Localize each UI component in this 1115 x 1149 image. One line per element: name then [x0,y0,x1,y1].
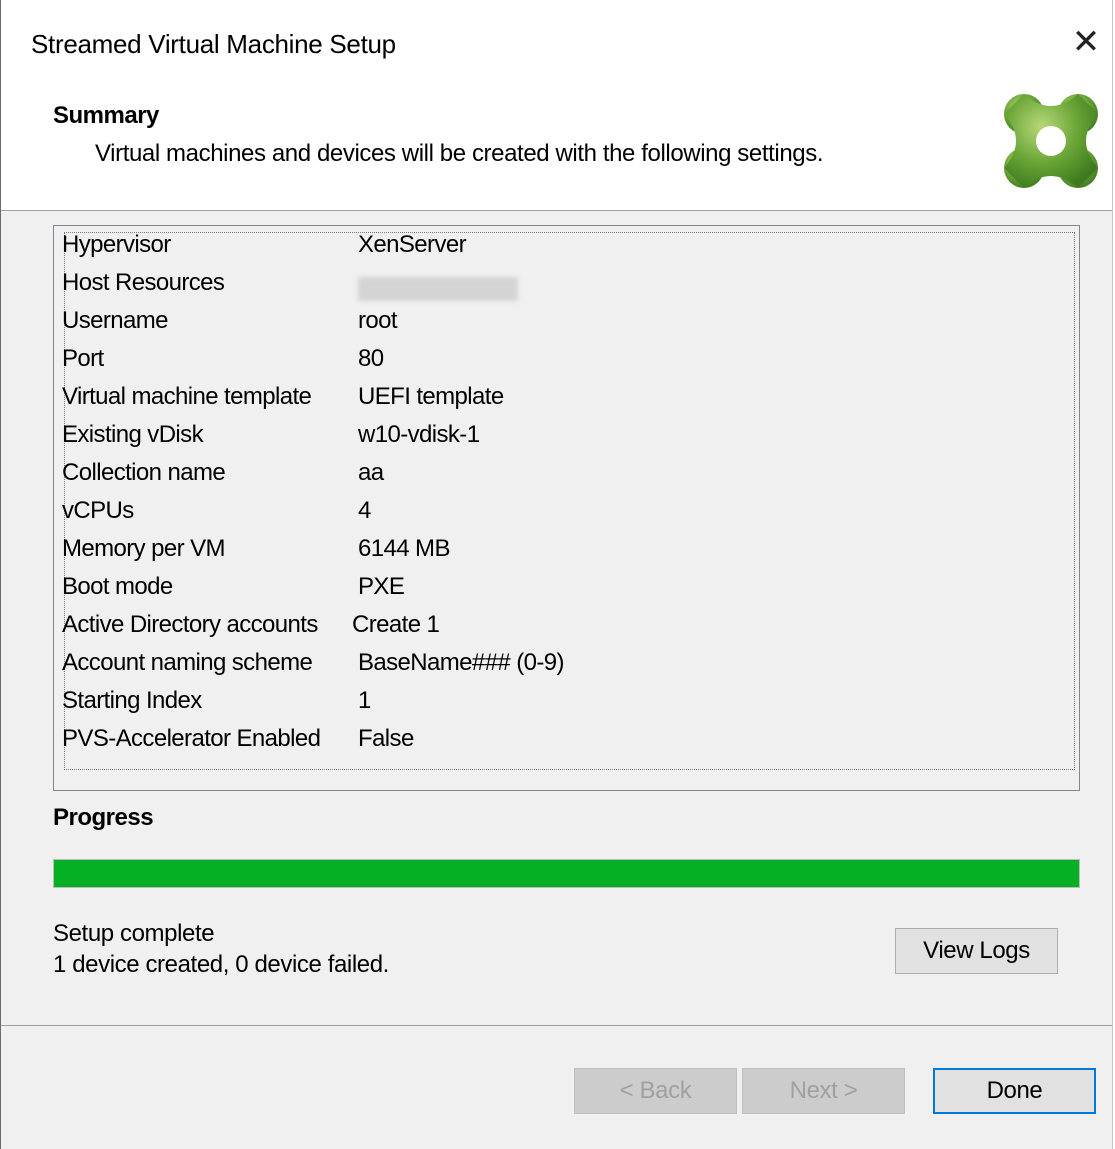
progress-title: Progress [53,804,154,831]
summary-key: Hypervisor [62,231,171,258]
summary-value: 1 [358,687,371,714]
summary-key: Starting Index [62,687,202,714]
summary-value: XenServer [358,231,467,258]
title-bar: Streamed Virtual Machine Setup ✕ [1,0,1112,90]
window-title: Streamed Virtual Machine Setup [31,29,396,59]
summary-key: Host Resources [62,269,225,296]
summary-value: root [358,307,398,334]
done-button[interactable]: Done [933,1068,1096,1114]
view-logs-button[interactable]: View Logs [895,928,1058,974]
summary-key: Collection name [62,459,226,486]
summary-key: Boot mode [62,573,173,600]
summary-value: 4 [358,497,371,524]
summary-value: False [358,725,414,752]
status-detail-text: 1 device created, 0 device failed. [53,951,389,978]
summary-value: 80 [358,345,384,372]
summary-value: Create 1 [352,611,440,638]
summary-key: Username [62,307,169,334]
summary-value: 6144 MB [358,535,450,562]
status-text: Setup complete [53,920,215,947]
setup-dialog: Streamed Virtual Machine Setup ✕ Summary… [0,0,1113,1149]
section-subtitle: Virtual machines and devices will be cre… [95,140,824,167]
summary-key: Port [62,345,104,372]
wizard-footer: < Back Next > Done [1,1026,1112,1149]
summary-value: PXE [358,573,405,600]
back-button[interactable]: < Back [574,1068,737,1114]
citrix-logo-icon [1004,94,1098,188]
summary-value: w10-vdisk-1 [358,421,480,448]
section-title: Summary [53,102,159,129]
summary-list[interactable]: Hypervisor XenServer Host Resources User… [53,225,1080,791]
redacted-value [358,277,518,301]
progress-bar [53,859,1080,888]
progress-fill [54,860,1079,887]
summary-key: Virtual machine template [62,383,312,410]
summary-key: Active Directory accounts [62,611,318,638]
summary-value: BaseName### (0-9) [358,649,565,676]
summary-value: UEFI template [358,383,504,410]
summary-value: aa [358,459,384,486]
wizard-header: Summary Virtual machines and devices wil… [1,90,1112,210]
close-icon[interactable]: ✕ [1066,22,1106,62]
summary-key: vCPUs [62,497,134,524]
summary-key: Memory per VM [62,535,226,562]
summary-key: Existing vDisk [62,421,204,448]
wizard-content: Hypervisor XenServer Host Resources User… [1,211,1112,1025]
summary-key: PVS-Accelerator Enabled [62,725,321,752]
summary-focus-rect [64,232,1075,770]
summary-key: Account naming scheme [62,649,313,676]
next-button[interactable]: Next > [742,1068,905,1114]
